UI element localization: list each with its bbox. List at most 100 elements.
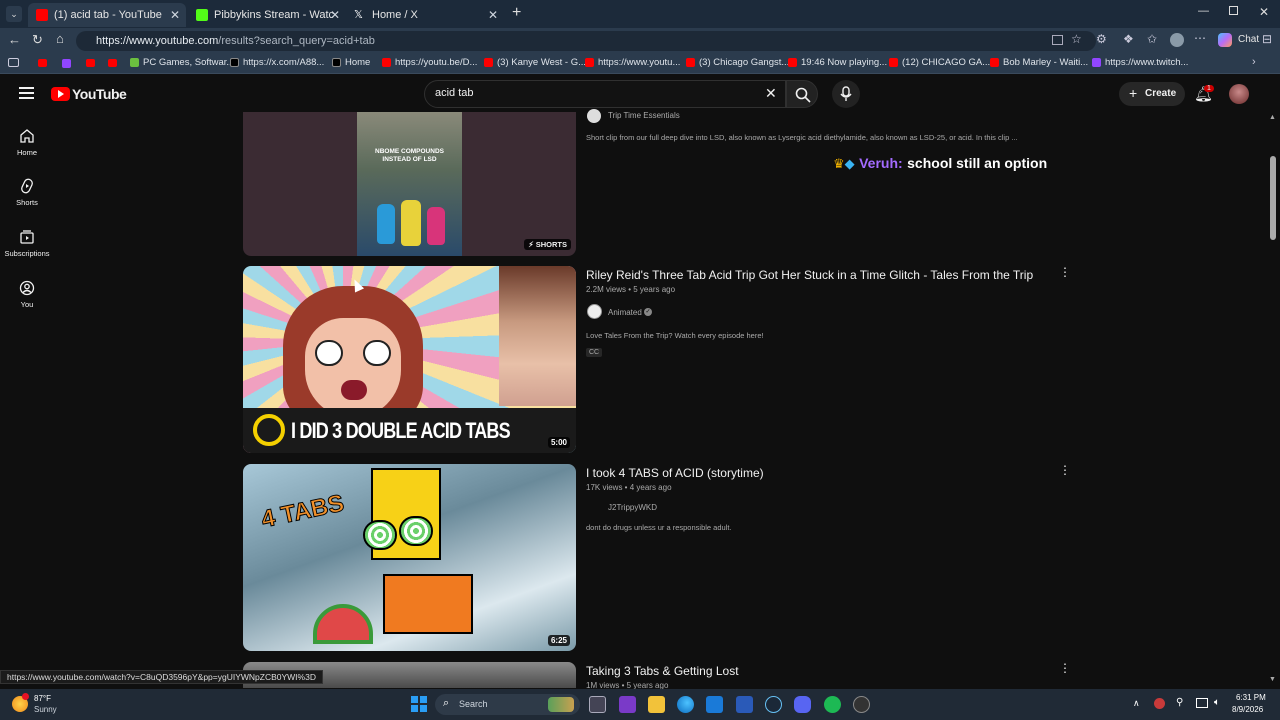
favorite-star-icon[interactable]: ☆ — [1071, 32, 1082, 46]
search-input[interactable]: acid tab ✕ — [424, 80, 786, 108]
video-title[interactable]: Taking 3 Tabs & Getting Lost — [586, 664, 739, 678]
bookmark-item[interactable]: https://www.youtu... — [585, 57, 680, 68]
bookmark-item[interactable]: https://www.twitch... — [1092, 57, 1188, 68]
youtube-header: YouTube acid tab ✕ + Create 🔔︎ 1 — [0, 74, 1280, 114]
tab-youtube[interactable]: (1) acid tab - YouTube ✕ — [28, 3, 186, 27]
tab-kick[interactable]: Pibbykins Stream - Watch Live on ✕ — [188, 3, 346, 27]
chat-label[interactable]: Chat — [1238, 34, 1259, 45]
discord-icon[interactable] — [794, 696, 811, 713]
voice-search-button[interactable] — [832, 80, 860, 108]
bookmark-item[interactable]: PC Games, Softwar... — [130, 57, 234, 68]
close-tab-icon[interactable]: ✕ — [330, 8, 340, 22]
url-field[interactable]: https://www.youtube.com/results?search_q… — [76, 31, 1096, 51]
close-window-icon[interactable]: ✕ — [1259, 5, 1269, 19]
task-view-icon[interactable] — [589, 696, 606, 713]
home-icon[interactable]: ⌂ — [56, 31, 64, 46]
show-hidden-icons[interactable]: ∧ — [1133, 698, 1140, 709]
video-thumbnail[interactable]: 4 TABS 6:25 — [243, 464, 576, 651]
more-options-icon[interactable]: ⋮ — [1059, 661, 1071, 675]
sidebar-item-subscriptions[interactable]: Subscriptions — [0, 229, 54, 258]
bookmarks-overflow-icon[interactable]: › — [1252, 56, 1256, 68]
tray-icon[interactable]: ⚲ — [1176, 697, 1183, 708]
create-button[interactable]: + Create — [1119, 82, 1185, 106]
tab-x[interactable]: 𝕏 Home / X ✕ — [346, 3, 504, 27]
video-title[interactable]: Riley Reid's Three Tab Acid Trip Got Her… — [586, 268, 1033, 282]
back-icon[interactable]: ← — [8, 32, 21, 47]
scrollbar-thumb[interactable] — [1270, 156, 1276, 240]
video-thumbnail[interactable]: I DID 3 DOUBLE ACID TABS 5:00 — [243, 266, 576, 453]
maximize-icon[interactable] — [1229, 6, 1238, 15]
account-avatar[interactable] — [1229, 84, 1249, 104]
sidebar-toggle-icon[interactable]: ⊟ — [1262, 32, 1272, 46]
bookmark-youtube-icon[interactable] — [108, 59, 117, 67]
video-description: dont do drugs unless ur a responsible ad… — [586, 523, 732, 532]
tab-actions-icon[interactable]: ⌄ — [6, 6, 22, 22]
more-menu-icon[interactable]: ⋯ — [1194, 31, 1206, 45]
scrollbar[interactable]: ▲ ▼ — [1268, 114, 1278, 688]
app-icon[interactable] — [619, 696, 636, 713]
clock-time[interactable]: 6:31 PM — [1236, 693, 1266, 702]
scroll-down-icon[interactable]: ▼ — [1269, 676, 1276, 683]
shorts-badge: ⚡︎ SHORTS — [524, 239, 571, 250]
search-button[interactable] — [786, 80, 818, 108]
video-thumbnail[interactable]: NBOME COMPOUNDS INSTEAD OF LSD ⚡︎ SHORTS — [243, 112, 576, 256]
bookmark-item[interactable]: (3) Kanye West - G... — [484, 57, 586, 68]
bookmark-youtube-icon[interactable] — [86, 59, 95, 67]
bookmark-item[interactable]: (12) CHICAGO GA... — [889, 57, 990, 68]
favorites-icon[interactable]: ✩ — [1147, 32, 1157, 46]
channel-name[interactable]: Animated — [608, 308, 642, 317]
more-options-icon[interactable]: ⋮ — [1059, 463, 1071, 477]
scroll-up-icon[interactable]: ▲ — [1269, 114, 1276, 121]
copilot-icon[interactable] — [1218, 33, 1232, 47]
app-icon[interactable] — [736, 696, 753, 713]
bookmark-twitch-icon[interactable] — [62, 59, 71, 68]
bookmark-item[interactable]: https://x.com/A88... — [230, 57, 324, 68]
more-options-icon[interactable]: ⋮ — [1059, 265, 1071, 279]
minimize-icon[interactable]: — — [1198, 5, 1209, 17]
extensions-icon[interactable]: ⚙ — [1096, 32, 1107, 46]
sidebar-item-shorts[interactable]: Shorts — [0, 178, 54, 207]
reading-list-icon[interactable] — [8, 58, 19, 67]
collections-icon[interactable]: ❖ — [1123, 32, 1134, 46]
menu-icon[interactable] — [19, 87, 34, 99]
bookmark-item[interactable]: Bob Marley - Waiti... — [990, 57, 1088, 68]
close-tab-icon[interactable]: ✕ — [488, 8, 498, 22]
volume-icon[interactable]: 🔈︎ — [1214, 697, 1220, 708]
file-explorer-icon[interactable] — [648, 696, 665, 713]
tray-icon[interactable] — [1154, 698, 1165, 709]
cartoon-shirt — [383, 574, 473, 634]
bookmark-item[interactable]: Home — [332, 57, 370, 68]
split-screen-icon[interactable] — [1052, 35, 1063, 45]
bookmark-item[interactable]: 19:46 Now playing... — [788, 57, 887, 68]
app-icon[interactable] — [853, 696, 870, 713]
tray-icon[interactable] — [1196, 698, 1208, 708]
bookmark-item[interactable]: (3) Chicago Gangst... — [686, 57, 789, 68]
steam-icon[interactable] — [765, 696, 782, 713]
microsoft-store-icon[interactable] — [706, 696, 723, 713]
channel-avatar[interactable] — [587, 109, 601, 123]
channel-name[interactable]: J2TrippyWKD — [608, 503, 657, 512]
close-tab-icon[interactable]: ✕ — [170, 8, 180, 22]
clear-search-icon[interactable]: ✕ — [765, 85, 777, 102]
channel-name[interactable]: Trip Time Essentials — [608, 111, 680, 120]
start-windows-icon[interactable] — [411, 696, 427, 712]
profile-avatar[interactable] — [1170, 33, 1184, 47]
edge-browser-icon[interactable] — [677, 696, 694, 713]
comedy-central-logo-icon — [253, 414, 285, 446]
clock-date[interactable]: 8/9/2026 — [1232, 705, 1263, 714]
video-meta: 17K views • 4 years ago — [586, 483, 672, 492]
video-title[interactable]: I took 4 TABS of ACID (storytime) — [586, 466, 764, 480]
sidebar-item-home[interactable]: Home — [0, 128, 54, 157]
sidebar-item-you[interactable]: You — [0, 280, 54, 309]
refresh-icon[interactable]: ↻ — [32, 32, 43, 48]
new-tab-icon[interactable]: + — [512, 4, 521, 22]
bookmark-youtube-icon[interactable] — [38, 59, 47, 67]
youtube-logo-icon[interactable] — [51, 87, 70, 101]
taskbar-search-box[interactable]: ⌕ Search — [435, 694, 580, 715]
notification-count-badge: 1 — [1204, 85, 1214, 92]
spotify-icon[interactable] — [824, 696, 841, 713]
x-favicon-icon: 𝕏 — [354, 9, 363, 21]
bookmark-item[interactable]: https://youtu.be/D... — [382, 57, 477, 68]
bookmark-label: https://x.com/A88... — [243, 57, 325, 68]
channel-avatar[interactable] — [587, 304, 602, 319]
